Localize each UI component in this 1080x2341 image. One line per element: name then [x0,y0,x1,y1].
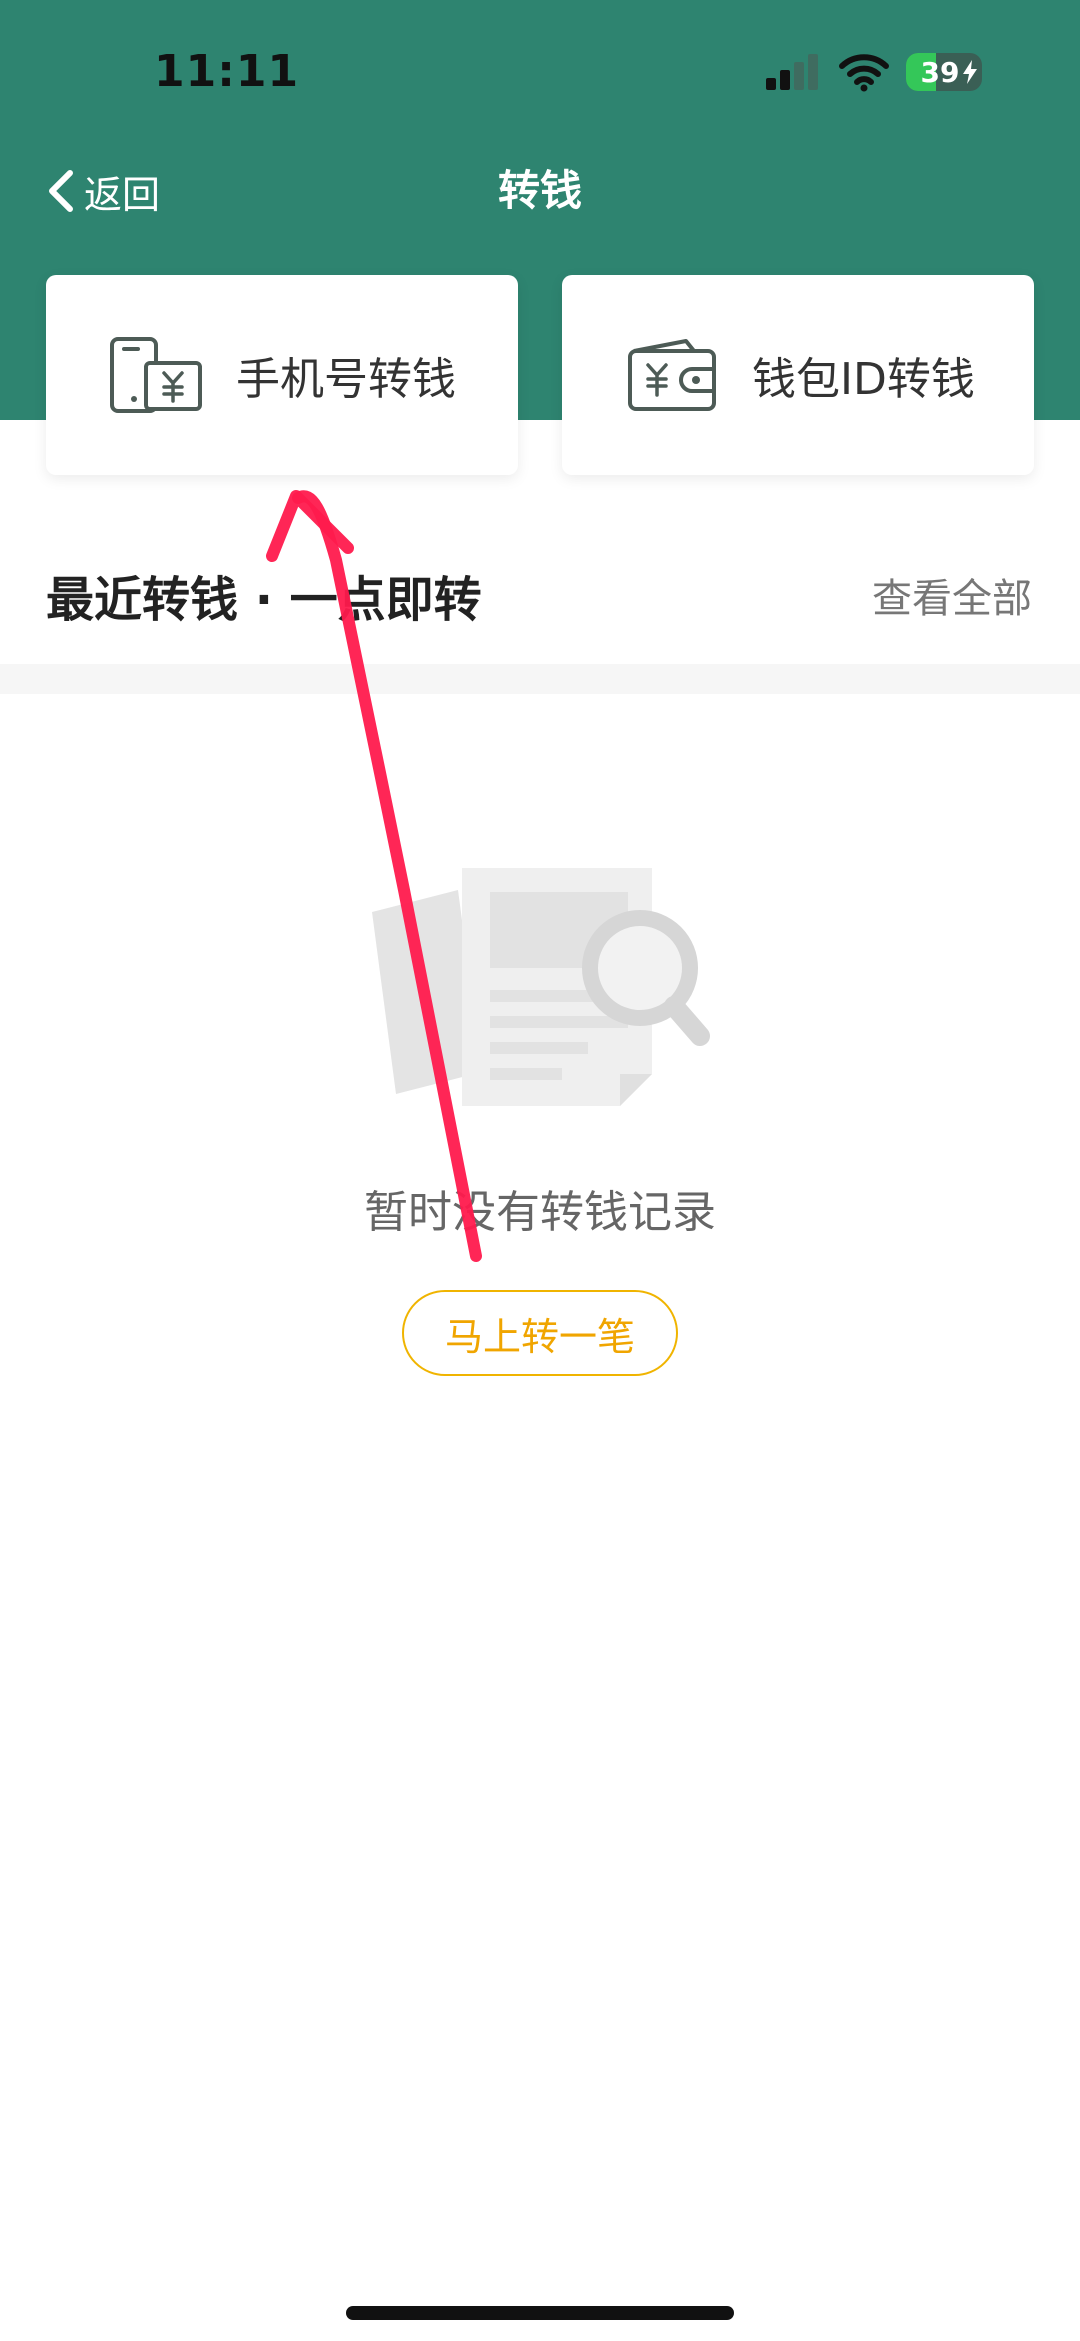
cellular-signal-icon [766,54,818,90]
charging-bolt-icon [963,60,977,84]
back-button[interactable]: 返回 [46,160,160,222]
view-all-link[interactable]: 查看全部 [872,566,1032,624]
status-time: 11:11 [154,46,300,97]
chevron-left-icon [49,170,73,212]
battery-indicator: 39 [906,53,982,91]
back-label: 返回 [84,172,161,217]
wallet-yuan-icon [628,339,716,411]
document-search-icon [372,868,710,1106]
transfer-now-button[interactable]: 马上转一笔 [402,1290,678,1376]
home-indicator [346,2306,734,2320]
phone-transfer-label: 手机号转钱 [236,354,456,405]
wallet-id-transfer-label: 钱包ID转钱 [752,354,975,405]
transfer-screen: 11:11 39 返回 转钱 手机号转钱 钱包ID转钱 最近转钱 · 一点即转 … [0,0,1080,2341]
wallet-id-transfer-card[interactable]: 钱包ID转钱 [562,275,1034,475]
section-divider [0,664,1080,694]
recent-transfers-title: 最近转钱 · 一点即转 [46,572,482,628]
phone-transfer-card[interactable]: 手机号转钱 [46,275,518,475]
wifi-icon [839,54,889,92]
empty-state-message: 暂时没有转钱记录 [364,1187,716,1238]
phone-yuan-icon [110,337,202,413]
